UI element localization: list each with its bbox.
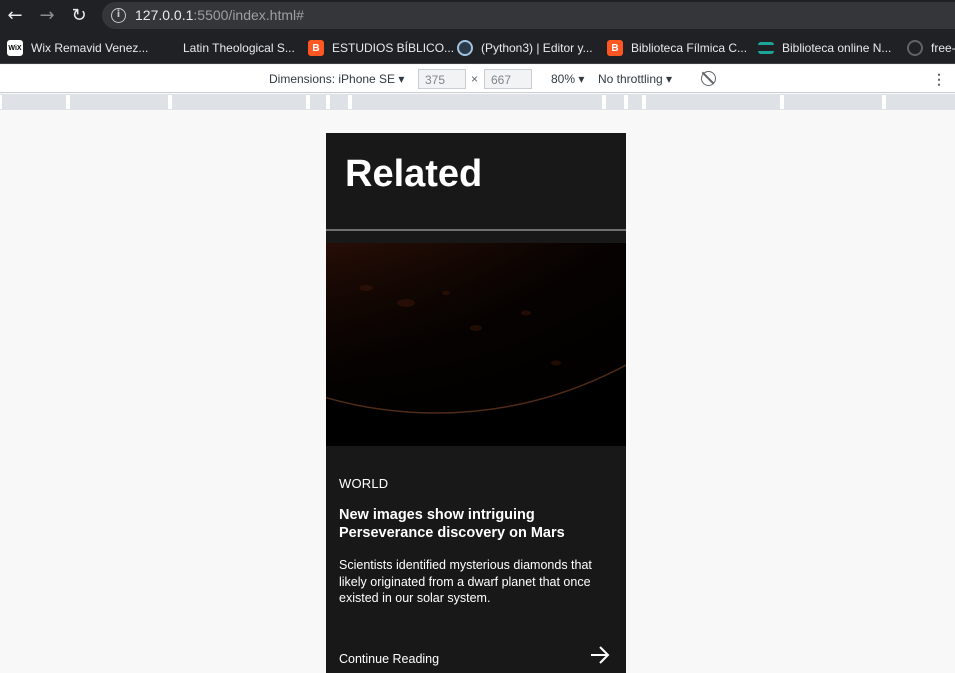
- bookmark-label: (Python3) | Editor y...: [481, 41, 593, 55]
- bookmark-item[interactable]: WiX Wix Remavid Venez...: [7, 39, 148, 57]
- article-excerpt: Scientists identified mysterious diamond…: [339, 558, 592, 605]
- bookmark-label: Latin Theological S...: [183, 41, 295, 55]
- blogger-icon: B: [607, 40, 623, 56]
- device-toolbar: Dimensions: iPhone SE ▾ 375 × 667 80% ▾ …: [0, 65, 955, 93]
- media-query-segment[interactable]: [882, 95, 955, 109]
- python-icon: [457, 40, 473, 56]
- bookmark-item[interactable]: free-: [907, 39, 955, 57]
- media-query-segment[interactable]: [348, 95, 606, 109]
- media-query-segment[interactable]: [0, 95, 70, 109]
- emulated-viewport: Related WORLD New images show intriguing…: [0, 110, 955, 673]
- width-input[interactable]: 375: [418, 69, 466, 89]
- mars-image[interactable]: [326, 243, 626, 446]
- media-query-segment[interactable]: [642, 95, 784, 109]
- bookmark-item[interactable]: (Python3) | Editor y...: [457, 39, 593, 57]
- bookmark-item[interactable]: B ESTUDIOS BÍBLICO...: [308, 39, 454, 57]
- zoom-select[interactable]: 80% ▾: [551, 72, 584, 86]
- github-icon: [907, 40, 923, 56]
- wix-icon: WiX: [7, 40, 23, 56]
- media-query-segment[interactable]: [168, 95, 310, 109]
- media-query-segment[interactable]: [66, 95, 172, 109]
- blogger-icon: B: [308, 40, 324, 56]
- continue-reading-link[interactable]: Continue Reading: [339, 652, 439, 666]
- rotate-icon[interactable]: [701, 71, 716, 86]
- times-sign: ×: [471, 72, 479, 86]
- bookmark-item[interactable]: Latin Theological S...: [163, 39, 295, 57]
- mars-planet-graphic: [326, 243, 626, 446]
- info-icon[interactable]: i: [111, 8, 126, 23]
- stack-icon: [758, 42, 774, 54]
- forward-arrow-icon[interactable]: →: [35, 4, 59, 28]
- section-title: Related: [345, 153, 483, 195]
- bookmark-item[interactable]: B Biblioteca Fílmica C...: [607, 39, 747, 57]
- throttling-select[interactable]: No throttling ▾: [598, 72, 672, 86]
- mobile-page: Related WORLD New images show intriguing…: [326, 133, 626, 673]
- media-query-segment[interactable]: [780, 95, 886, 109]
- bookmark-label: ESTUDIOS BÍBLICO...: [332, 41, 455, 55]
- article-category[interactable]: WORLD: [339, 476, 388, 491]
- bookmark-label: Biblioteca online N...: [782, 41, 892, 55]
- back-arrow-icon[interactable]: ←: [3, 4, 27, 28]
- url-text[interactable]: 127.0.0.1:5500/index.html#: [135, 7, 304, 23]
- bookmark-item[interactable]: Biblioteca online N...: [758, 39, 891, 57]
- reload-icon[interactable]: ↻: [67, 4, 91, 28]
- blank-page-icon: [163, 40, 167, 56]
- dimensions-select[interactable]: Dimensions: iPhone SE ▾: [269, 72, 404, 86]
- height-input[interactable]: 667: [484, 69, 532, 89]
- bookmark-label: free-: [931, 41, 955, 55]
- section-divider: [326, 229, 626, 231]
- media-query-bar: [0, 94, 955, 110]
- arrow-right-icon[interactable]: [589, 645, 611, 665]
- more-options-icon[interactable]: ⋮: [932, 71, 946, 87]
- bookmark-label: Wix Remavid Venez...: [31, 41, 149, 55]
- bookmark-label: Biblioteca Fílmica C...: [631, 41, 748, 55]
- browser-toolbar: ← → ↻ i 127.0.0.1:5500/index.html#: [0, 0, 955, 32]
- address-bar[interactable]: i 127.0.0.1:5500/index.html#: [102, 2, 955, 29]
- bookmarks-bar: WiX Wix Remavid Venez... Latin Theologic…: [0, 32, 955, 64]
- article-headline[interactable]: New images show intriguing Perseverance …: [339, 506, 609, 542]
